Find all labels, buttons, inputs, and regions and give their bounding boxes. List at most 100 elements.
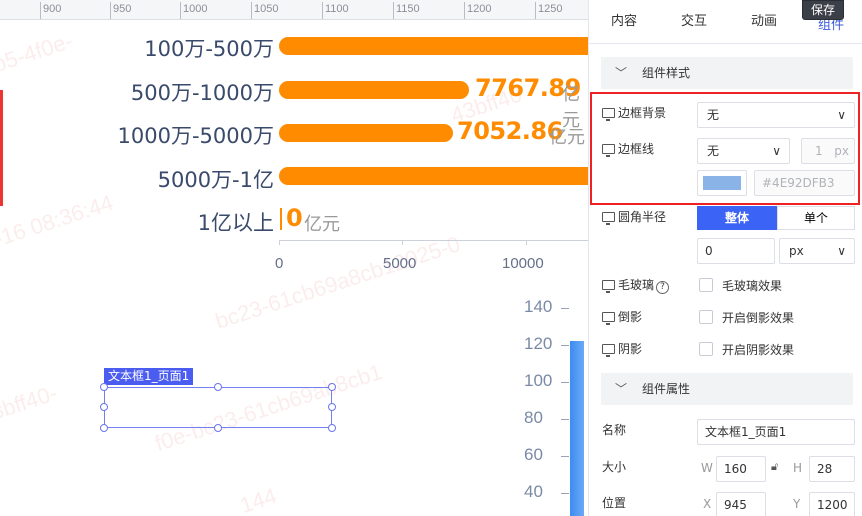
border-line-label: 边框线	[602, 140, 654, 157]
monitor-icon	[602, 312, 615, 325]
monitor-icon	[602, 280, 615, 293]
label-text: 边框线	[618, 142, 655, 156]
lock-icon[interactable]: 🔓︎	[771, 460, 778, 474]
radius-unit-select[interactable]: px ∨	[779, 238, 855, 264]
bar	[280, 208, 282, 230]
width-prefix: W	[701, 461, 713, 475]
data-label: 0	[286, 204, 303, 232]
help-icon[interactable]: ?	[656, 281, 670, 294]
ruler-label: 1100	[325, 3, 349, 15]
name-label: 名称	[602, 423, 627, 437]
width-input[interactable]: 160	[716, 456, 766, 482]
bar	[279, 167, 588, 185]
ruler-tick	[393, 2, 394, 19]
tab-interaction[interactable]: 交互	[659, 0, 729, 44]
save-button[interactable]: 保存	[802, 0, 844, 20]
x-input[interactable]: 945	[716, 492, 766, 516]
monitor-icon	[602, 344, 615, 357]
y-tick-label: 80	[524, 408, 543, 427]
watermark-text: bc23-61cb69a8cb12025-0	[212, 231, 464, 334]
name-input[interactable]: 文本框1_页面1	[697, 419, 855, 445]
resize-handle-right[interactable]	[328, 403, 336, 411]
selected-textbox[interactable]	[104, 387, 332, 428]
bar	[279, 81, 469, 99]
resize-handle-top[interactable]	[214, 383, 222, 391]
category-label: 500万-1000万	[130, 81, 274, 105]
border-color-swatch[interactable]	[697, 170, 747, 196]
radius-input[interactable]: 0	[697, 238, 775, 264]
label-text: 边框背景	[618, 106, 667, 120]
border-line-select[interactable]: 无 ∨	[697, 138, 790, 164]
glass-check-label[interactable]: 毛玻璃效果	[722, 277, 782, 294]
monitor-icon	[602, 144, 615, 157]
x-tick	[279, 240, 280, 245]
x-axis-line	[279, 240, 588, 241]
reflect-label: 倒影	[602, 308, 642, 325]
border-width-input[interactable]: 1 px	[801, 138, 855, 164]
monitor-icon	[602, 212, 615, 225]
input-unit: px	[834, 144, 849, 158]
ruler-tick	[180, 2, 181, 19]
resize-handle-left[interactable]	[100, 403, 108, 411]
reflect-checkbox[interactable]	[699, 310, 713, 324]
properties-panel: 内容 交互 动画 组件 保存 ﹀ 组件样式 边框背景 无 ∨ 边框线 无 ∨ 1…	[588, 0, 862, 516]
category-label: 100万-500万	[144, 37, 274, 61]
tab-content[interactable]: 内容	[589, 0, 659, 44]
section-header-style[interactable]: ﹀ 组件样式	[601, 57, 853, 89]
ruler-label: 1250	[538, 3, 563, 15]
ruler-label: 950	[113, 3, 132, 15]
y-tick	[561, 419, 569, 420]
panel-tabs: 内容 交互 动画 组件 保存	[589, 0, 862, 44]
radius-label: 圆角半径	[602, 208, 666, 225]
ruler-label: 900	[43, 3, 62, 15]
ruler-tick	[251, 2, 252, 19]
label-text: 毛玻璃	[618, 278, 655, 292]
horizontal-ruler[interactable]: 900 950 1000 1050 1100 1150 1200 1250	[0, 0, 588, 20]
data-label: 7052.86	[457, 117, 563, 145]
y-tick-label: 40	[524, 482, 543, 501]
section-header-props[interactable]: ﹀ 组件属性	[601, 373, 853, 405]
watermark-text: 144	[236, 482, 280, 516]
y-input[interactable]: 1200	[809, 492, 855, 516]
monitor-icon	[602, 108, 615, 121]
y-tick	[561, 382, 569, 383]
design-canvas[interactable]: 900 950 1000 1050 1100 1150 1200 1250 b5…	[0, 0, 588, 516]
watermark-text: b5-4f0e-	[0, 27, 76, 78]
chevron-down-icon: ∨	[837, 244, 846, 258]
ruler-label: 1200	[467, 3, 492, 15]
glass-checkbox[interactable]	[699, 278, 713, 292]
resize-handle-top-right[interactable]	[328, 383, 336, 391]
data-unit: 亿元	[549, 127, 585, 148]
y-tick-label: 60	[524, 445, 543, 464]
data-unit: 亿元	[304, 214, 340, 235]
border-color-input[interactable]: #4E92DFB3	[754, 170, 855, 196]
reflect-check-label[interactable]: 开启倒影效果	[722, 309, 794, 326]
ruler-label: 1050	[254, 3, 279, 15]
tab-animation[interactable]: 动画	[729, 0, 799, 44]
y-tick-label: 120	[524, 334, 553, 353]
height-input[interactable]: 28	[809, 456, 855, 482]
select-value: px	[789, 244, 804, 258]
shadow-checkbox[interactable]	[699, 342, 713, 356]
shadow-label: 阴影	[602, 340, 642, 357]
size-label: 大小	[602, 460, 627, 474]
shadow-check-label[interactable]: 开启阴影效果	[722, 341, 794, 358]
y-tick	[561, 345, 569, 346]
section-title: 组件属性	[642, 382, 691, 396]
label-text: 倒影	[618, 310, 643, 324]
radius-mode-each[interactable]: 单个	[777, 206, 855, 230]
section-title: 组件样式	[642, 66, 691, 80]
resize-handle-bottom[interactable]	[214, 424, 222, 432]
radius-mode-all[interactable]: 整体	[697, 206, 777, 230]
select-value: 无	[707, 108, 720, 122]
border-bg-label: 边框背景	[602, 104, 666, 121]
bar	[570, 341, 584, 516]
border-bg-select[interactable]: 无 ∨	[697, 102, 855, 128]
y-tick	[561, 308, 569, 309]
x-tick-label: 0	[275, 255, 284, 272]
watermark-text: 7-16 08:36:44	[0, 189, 117, 256]
resize-handle-bottom-left[interactable]	[100, 424, 108, 432]
resize-handle-top-left[interactable]	[100, 383, 108, 391]
bar	[279, 124, 453, 142]
resize-handle-bottom-right[interactable]	[328, 424, 336, 432]
